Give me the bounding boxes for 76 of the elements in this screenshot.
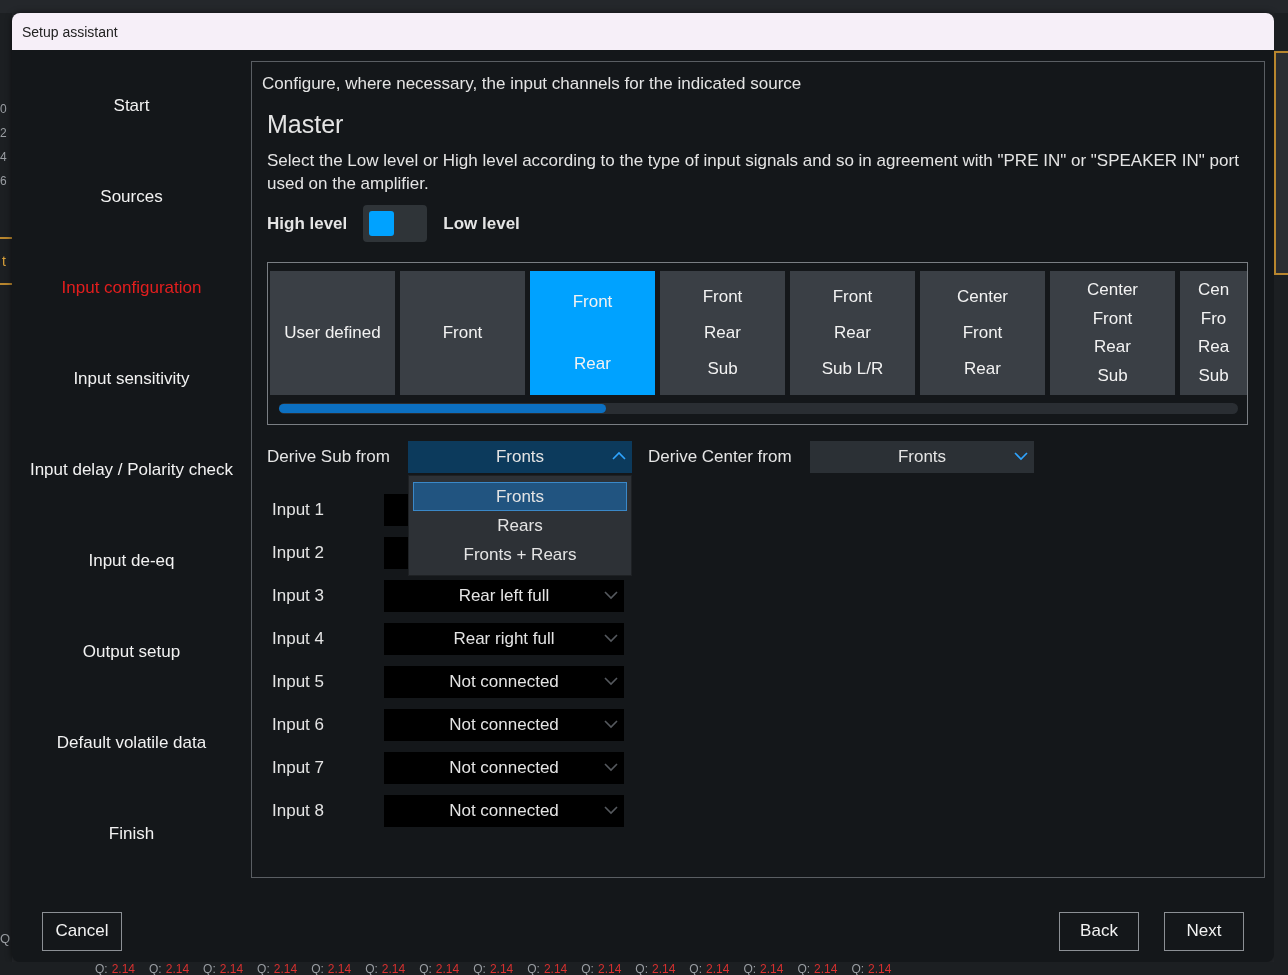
input-dropdown[interactable]: Rear left full [384,580,624,612]
q-readout: Q: 2.14 [149,961,190,975]
source-heading: Master [267,110,345,139]
sidebar-item[interactable]: Input de-eq [88,551,175,571]
description-text: Select the Low level or High level according to the type of input signals and so in agreement with "PRE IN" or "SPEAKER IN" port used on the amplifier. [267,150,1240,195]
preset-tile[interactable]: User defined [270,271,395,395]
input-dropdown[interactable]: Not connected [384,666,624,698]
sidebar-item[interactable]: Sources [100,187,163,207]
footer-button[interactable]: Next [1164,911,1244,951]
input-label: Input 6 [272,715,325,735]
footer-button[interactable]: Back [1059,911,1139,951]
q-readout: Q: 2.14 [581,961,622,975]
sidebar-item[interactable]: Input configuration [61,278,202,298]
instruction-text: Configure, where necessary, the input channels for the indicated source [262,74,803,94]
preset-tile[interactable]: Front [400,271,525,395]
scale-number: 6 [0,173,8,190]
chevron-icon [1012,449,1030,463]
q-readout: Q: 2.14 [635,961,676,975]
scrollbar[interactable] [279,403,1238,414]
input-dropdown[interactable]: Rear right full [384,623,624,655]
scale-number: 4 [0,149,8,166]
preset-tile[interactable]: Center Front Rear [920,271,1045,395]
input-dropdown[interactable]: Not connected [384,752,624,784]
q-readout: Q: 2.14 [203,961,244,975]
input-label: Input 5 [272,672,325,692]
q-readout: Q: 2.14 [797,961,838,975]
q-readout: Q: 2.14 [473,961,514,975]
preset-tile[interactable]: Front Rear Sub L/R [790,271,915,395]
field-label: Derive Sub from [267,447,391,467]
switch-label: Low level [443,213,520,234]
input-label: Input 1 [272,500,325,520]
field-label: Derive Center from [648,447,793,467]
sidebar-item[interactable]: Start [113,96,150,116]
q-readout: Q: 2.14 [419,961,460,975]
chevron-icon [602,631,620,645]
q-readout: Q: 2.14 [365,961,406,975]
chevron-icon [602,674,620,688]
q-readout: Q: 2.14 [851,961,892,975]
switch-label: High level [267,213,348,234]
menu-option[interactable]: Fronts + Rears [413,540,627,569]
level-toggle[interactable] [363,205,428,242]
input-label: Input 7 [272,758,325,778]
tab-label: t [2,253,6,269]
sidebar-item[interactable]: Finish [108,824,155,844]
q-readout: Q: 2.14 [311,961,352,975]
sidebar-item[interactable]: Default volatile data [56,733,207,753]
preset-tile[interactable]: Center Front Rear Sub [1050,271,1175,395]
derive-sub-dropdown[interactable]: Fronts [408,441,632,473]
input-dropdown[interactable]: Not connected [384,795,624,827]
input-label: Input 3 [272,586,325,606]
footer-button[interactable]: Cancel [42,911,122,951]
q-label: Q [0,931,12,946]
sidebar-item[interactable]: Input delay / Polarity check [29,460,234,480]
input-label: Input 2 [272,543,325,563]
derive-center-dropdown[interactable]: Fronts [810,441,1034,473]
menu-option[interactable]: Fronts [413,482,627,511]
preset-tile[interactable]: Front Rear Sub [660,271,785,395]
sidebar-item[interactable]: Input sensitivity [73,369,190,389]
scale-number: 0 [0,101,8,118]
q-readout: Q: 2.14 [689,961,730,975]
window-title: Setup assistant [22,23,118,40]
q-readout: Q: 2.14 [527,961,568,975]
q-readout: Q: 2.14 [743,961,784,975]
chevron-icon [602,760,620,774]
sidebar-item[interactable]: Output setup [82,642,181,662]
chevron-icon [602,717,620,731]
menu-option[interactable]: Rears [413,511,627,540]
input-label: Input 8 [272,801,325,821]
q-readout: Q: 2.14 [95,961,136,975]
input-label: Input 4 [272,629,325,649]
input-dropdown[interactable]: Not connected [384,709,624,741]
chevron-icon [602,803,620,817]
scale-number: 2 [0,125,8,142]
chevron-icon [602,588,620,602]
preset-tile[interactable]: Cen Fro Rea Sub [1180,271,1247,395]
q-readout: Q: 2.14 [257,961,298,975]
